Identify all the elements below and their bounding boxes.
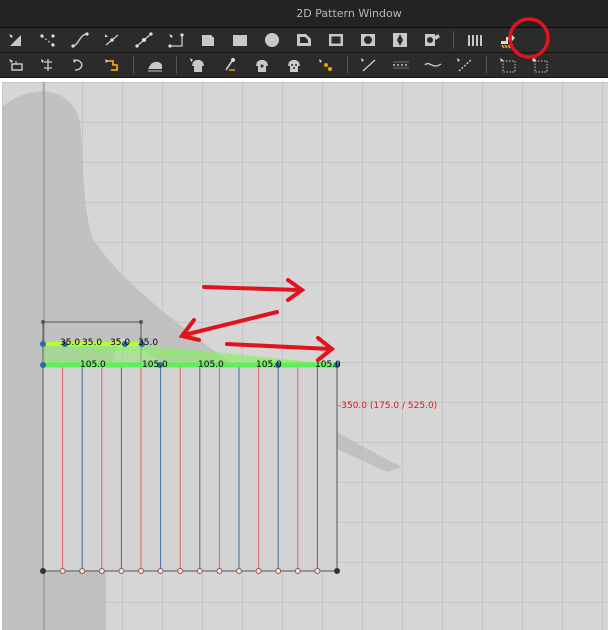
notch-point	[177, 568, 184, 574]
filled-rectangle-icon[interactable]	[227, 29, 253, 51]
gather-icon[interactable]	[419, 29, 445, 51]
segment-sewing-icon[interactable]	[35, 54, 61, 76]
measure-label: 105.0	[80, 360, 106, 370]
fold-arrangement-icon[interactable]	[494, 29, 520, 51]
edit-point-icon[interactable]	[35, 29, 61, 51]
toolbar-separator	[486, 56, 487, 74]
texture-edit-icon[interactable]	[527, 54, 553, 76]
wave-line-icon[interactable]	[420, 54, 446, 76]
toolbar-separator	[176, 56, 177, 74]
measure-label: 105.0	[142, 360, 168, 370]
texture-select-icon[interactable]	[495, 54, 521, 76]
dotted-line-icon[interactable]	[388, 54, 414, 76]
notch-point	[157, 568, 164, 574]
measure-label: 105.0	[198, 360, 224, 370]
notch-point	[216, 568, 223, 574]
pleat-label: 35.0	[60, 338, 80, 348]
pattern-canvas[interactable]: 105.0 105.0 105.0 105.0 105.0 35.0 35.0 …	[2, 82, 608, 630]
circle-icon[interactable]	[259, 29, 285, 51]
internal-circle-icon[interactable]	[355, 29, 381, 51]
dimension-readout: -350.0 (175.0 / 525.0)	[338, 401, 437, 411]
notch-point	[255, 568, 262, 574]
notch-point	[79, 568, 86, 574]
window-titlebar: 2D Pattern Window	[0, 0, 608, 28]
pin-icon[interactable]	[217, 54, 243, 76]
notch-point	[98, 568, 105, 574]
toolbar-separator	[347, 56, 348, 74]
toolbar-separator	[453, 31, 454, 49]
line-tool-icon[interactable]	[356, 54, 382, 76]
notch-point	[196, 568, 203, 574]
notch-point	[236, 568, 242, 574]
notch-point	[138, 568, 144, 574]
dart-icon[interactable]	[387, 29, 413, 51]
free-sewing-icon[interactable]	[67, 54, 93, 76]
window-title: 2D Pattern Window	[296, 7, 402, 20]
sewing-toolbar	[0, 53, 608, 78]
topstitch-icon[interactable]	[452, 54, 478, 76]
measure-label: 105.0	[256, 360, 282, 370]
rectangle-icon[interactable]	[195, 29, 221, 51]
tack-icon[interactable]	[249, 54, 275, 76]
pattern-toolbar	[0, 28, 608, 53]
toolbar-separator	[133, 56, 134, 74]
pleat-label: 35.0	[110, 338, 130, 348]
pleat-label: 35.0	[138, 338, 158, 348]
select-icon[interactable]	[3, 29, 29, 51]
notch-point	[59, 568, 66, 574]
internal-rectangle-icon[interactable]	[323, 29, 349, 51]
curve-point-icon[interactable]	[99, 29, 125, 51]
add-point-icon[interactable]	[131, 29, 157, 51]
notch-point	[118, 568, 125, 574]
tack-on-avatar-icon[interactable]	[281, 54, 307, 76]
sewing-select-icon[interactable]	[3, 54, 29, 76]
polygon-icon[interactable]	[163, 29, 189, 51]
iron-icon[interactable]	[142, 54, 168, 76]
notch-point	[294, 568, 301, 574]
pleat-icon[interactable]	[462, 29, 488, 51]
fold-sewing-icon[interactable]	[99, 54, 125, 76]
button-icon[interactable]	[313, 54, 339, 76]
garment-select-icon[interactable]	[185, 54, 211, 76]
internal-polygon-icon[interactable]	[291, 29, 317, 51]
notch-point	[314, 568, 321, 574]
notch-point	[275, 568, 282, 574]
pleat-label: 35.0	[82, 338, 102, 348]
edit-curve-icon[interactable]	[67, 29, 93, 51]
